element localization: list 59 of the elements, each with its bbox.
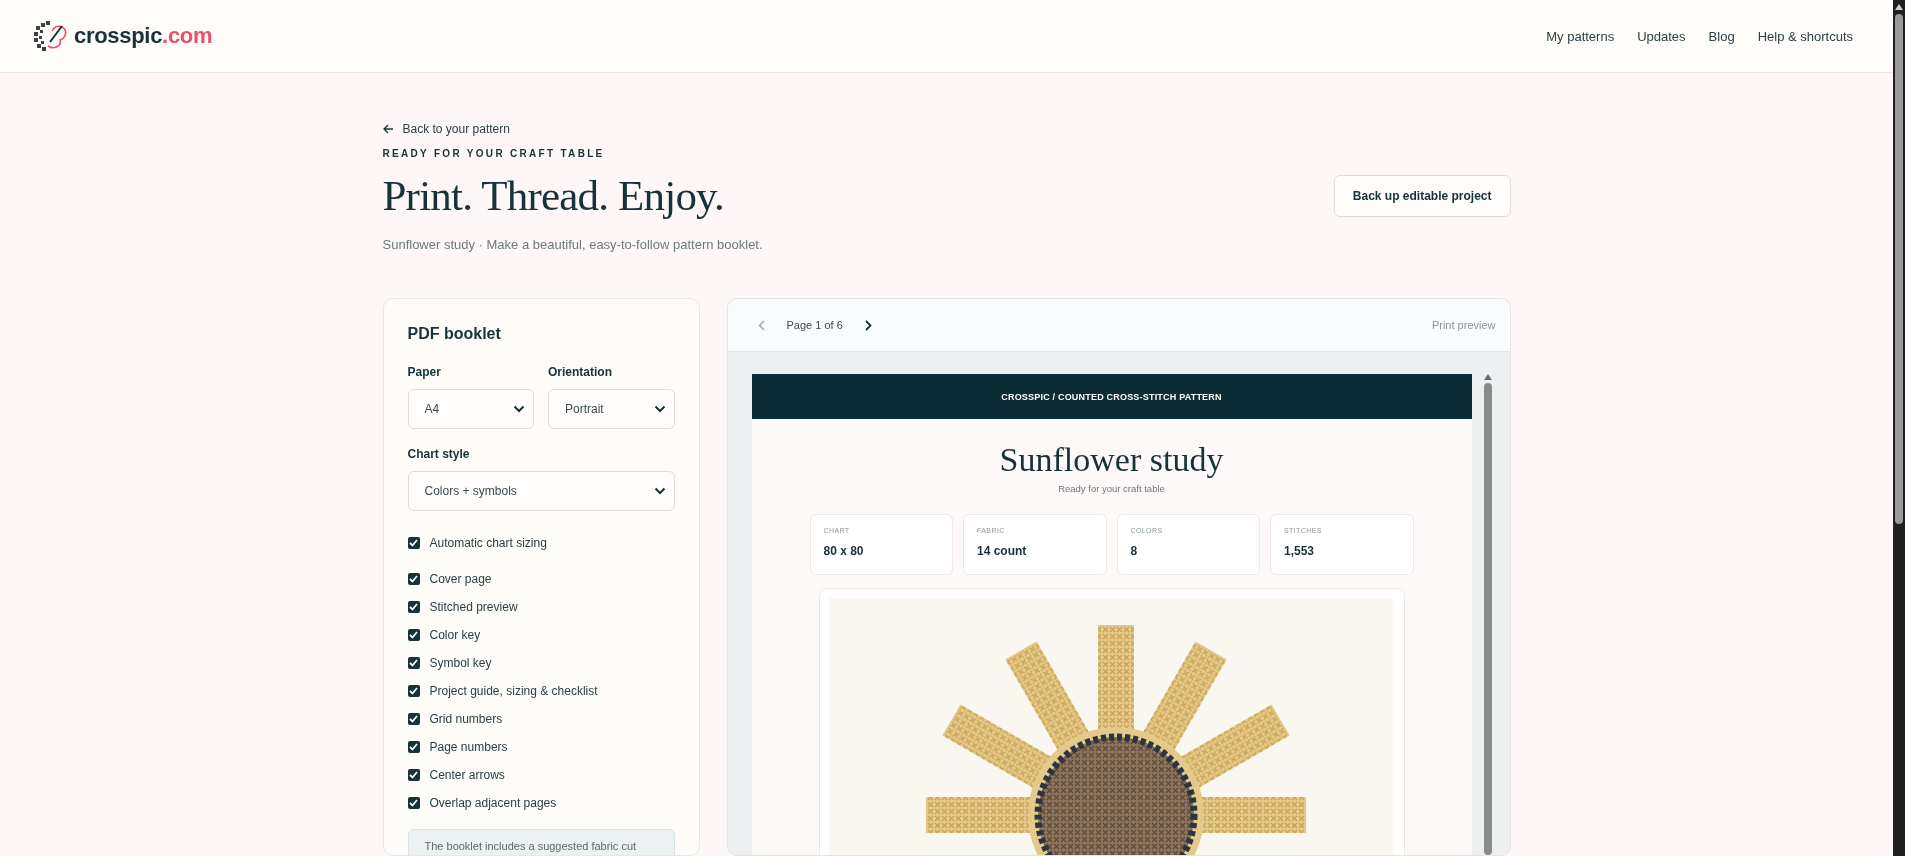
checkbox[interactable] xyxy=(407,797,420,809)
checkbox[interactable] xyxy=(407,537,420,549)
nav-link[interactable]: Updates xyxy=(1637,28,1686,44)
document-title: Sunflower study xyxy=(998,441,1225,479)
site-logo[interactable]: crosspic.com xyxy=(32,20,213,52)
dropdown-select[interactable]: Portrait xyxy=(548,389,675,429)
field-label: Paper xyxy=(407,365,442,379)
checkbox[interactable] xyxy=(407,573,420,585)
checkbox-label: Automatic chart sizing xyxy=(429,536,547,550)
logo-text: crosspic.com xyxy=(74,23,213,49)
page-subtitle: Sunflower study · Make a beautiful, easy-to-follow pattern booklet. xyxy=(382,237,764,252)
scrollbar[interactable] xyxy=(1895,4,1903,524)
stat-value: 8 xyxy=(1130,544,1139,558)
stat-value: 14 count xyxy=(977,544,1028,558)
document-subtitle: Ready for your craft table xyxy=(1057,483,1166,494)
checkbox[interactable] xyxy=(407,769,420,781)
chevron-right-icon xyxy=(864,319,872,331)
page-indicator: Page 1 of 6 xyxy=(786,319,843,331)
back-link[interactable]: Back to your pattern xyxy=(382,122,510,136)
checkbox-label: Page numbers xyxy=(429,740,508,754)
backup-button[interactable]: Back up editable project xyxy=(1333,174,1511,217)
panel-title: PDF booklet xyxy=(407,325,502,343)
info-note: The booklet includes a suggested fabric cut xyxy=(407,829,675,855)
chevron-down-icon xyxy=(513,405,525,413)
arrow-left-icon xyxy=(382,124,394,134)
dropdown-select[interactable]: Colors + symbols xyxy=(407,471,675,511)
scrollbar[interactable] xyxy=(1481,374,1494,855)
chevron-down-icon xyxy=(653,487,666,495)
checkbox-label: Overlap adjacent pages xyxy=(429,796,557,810)
preview-label: Print preview xyxy=(1431,319,1496,331)
checkbox-label: Project guide, sizing & checklist xyxy=(429,684,598,698)
document-banner: CROSSPIC / COUNTED CROSS-STITCH PATTERN xyxy=(751,374,1472,419)
checkbox-label: Color key xyxy=(429,628,481,642)
checkbox-label: Center arrows xyxy=(429,768,505,782)
stat-value: 1,553 xyxy=(1284,544,1316,558)
checkbox[interactable] xyxy=(407,713,420,725)
nav-link[interactable]: Help & shortcuts xyxy=(1757,28,1853,44)
checkbox[interactable] xyxy=(407,601,420,613)
checkbox[interactable] xyxy=(407,657,420,669)
scroll-up-icon[interactable] xyxy=(1483,374,1492,380)
checkbox-label: Stitched preview xyxy=(429,600,518,614)
nav-link[interactable]: My patterns xyxy=(1546,28,1615,44)
checkbox-label: Grid numbers xyxy=(429,712,503,726)
dropdown-select[interactable]: A4 xyxy=(407,389,534,429)
checkbox[interactable] xyxy=(407,741,420,753)
field-label: Chart style xyxy=(407,447,471,461)
next-page-button[interactable] xyxy=(862,317,874,333)
nav-link[interactable]: Blog xyxy=(1708,28,1735,44)
scroll-up-icon[interactable] xyxy=(1895,4,1903,10)
page-title: Print. Thread. Enjoy. xyxy=(382,171,724,220)
checkbox[interactable] xyxy=(407,685,420,697)
chevron-left-icon xyxy=(757,319,765,331)
stat-value: 80 x 80 xyxy=(823,544,865,558)
eyebrow-text: READY FOR YOUR CRAFT TABLE xyxy=(382,148,606,159)
checkbox[interactable] xyxy=(407,629,420,641)
checkbox-label: Symbol key xyxy=(429,656,492,670)
field-label: Orientation xyxy=(548,365,613,379)
checkbox-label: Cover page xyxy=(429,572,492,586)
chevron-down-icon xyxy=(653,405,666,413)
